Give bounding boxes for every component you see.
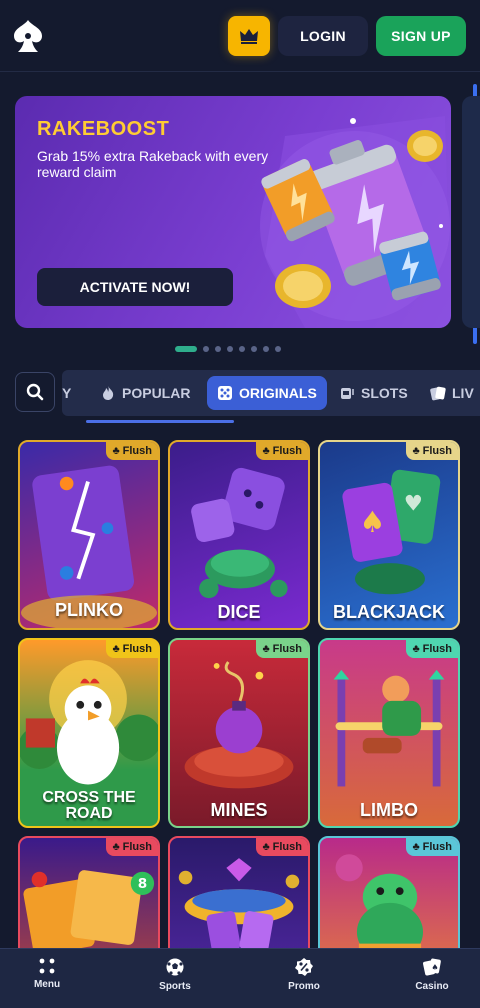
nav-promo[interactable]: Promo (274, 957, 334, 1005)
flush-tag: ♣ Flush (406, 838, 458, 856)
menu-grid-icon (39, 958, 55, 974)
search-icon (26, 383, 44, 401)
tab-originals[interactable]: ORIGINALS (207, 376, 327, 410)
club-icon: ♣ (112, 643, 120, 655)
limbo-art (333, 669, 445, 787)
game-title: MINES (210, 800, 268, 820)
active-tab-indicator (86, 420, 234, 423)
logo-icon[interactable] (12, 18, 44, 54)
flush-tag: ♣ Flush (106, 838, 158, 856)
carousel-dot[interactable] (263, 346, 269, 352)
club-icon: ♣ (112, 445, 120, 457)
svg-text:♠: ♠ (359, 505, 385, 539)
carousel-dot[interactable] (215, 346, 221, 352)
carousel-dots (175, 346, 281, 352)
carousel-dot[interactable] (227, 346, 233, 352)
dice-icon (218, 386, 232, 400)
game-card-cross-the-road[interactable]: ♣ Flush CROSS THE ROAD (18, 638, 160, 828)
tab-popular[interactable]: POPULAR (100, 376, 190, 410)
battery-illustration (260, 116, 451, 328)
top-header: LOGIN SIGN UP (0, 0, 480, 72)
soccer-ball-icon (166, 958, 184, 976)
blackjack-art: ♠ ♥ (342, 469, 441, 595)
playing-cards-icon: ♠ (423, 958, 441, 976)
tab-live[interactable]: LIV (430, 376, 474, 410)
nav-menu[interactable]: Menu (17, 957, 77, 1005)
flush-tag: ♣ Flush (256, 442, 308, 460)
carousel-dot[interactable] (203, 346, 209, 352)
svg-text:♠: ♠ (431, 963, 438, 972)
game-title: LIMBO (360, 800, 418, 820)
category-tabs[interactable]: Y POPULAR ORIGINALS SLOTS LIV (62, 370, 480, 416)
svg-text:♥: ♥ (404, 492, 423, 517)
game-card-dice[interactable]: ♣ Flush DICE (168, 440, 310, 630)
game-title: PLINKO (54, 600, 123, 620)
carousel-dot[interactable] (275, 346, 281, 352)
flush-tag: ♣ Flush (106, 442, 158, 460)
nav-sports[interactable]: Sports (145, 957, 205, 1005)
carousel-dot[interactable] (175, 346, 197, 352)
game-card-limbo[interactable]: ♣ Flush LIMBO (318, 638, 460, 828)
next-banner-peek[interactable] (462, 96, 480, 328)
category-bar: Y POPULAR ORIGINALS SLOTS LIV (0, 366, 480, 426)
club-icon: ♣ (262, 445, 270, 457)
game-card-plinko[interactable]: ♣ Flush PLINKO (18, 440, 160, 630)
club-icon: ♣ (412, 841, 420, 853)
flush-tag: ♣ Flush (256, 838, 308, 856)
tab-partial[interactable]: Y (62, 376, 71, 410)
banner-subtitle: Grab 15% extra Rakeback with every rewar… (37, 148, 269, 180)
bottom-nav: Menu Sports Promo ♠ Casino (0, 948, 480, 1008)
banner-title: RAKEBOOST (37, 118, 170, 140)
percent-badge-icon (295, 958, 313, 976)
activate-now-button[interactable]: ACTIVATE NOW! (37, 268, 233, 306)
club-icon: ♣ (262, 841, 270, 853)
game-title: BLACKJACK (333, 602, 445, 622)
flush-tag: ♣ Flush (406, 640, 458, 658)
search-button[interactable] (15, 372, 55, 412)
club-icon: ♣ (412, 445, 420, 457)
flush-tag: ♣ Flush (406, 442, 458, 460)
club-icon: ♣ (112, 841, 120, 853)
tab-slots[interactable]: SLOTS (339, 376, 408, 410)
flush-tag: ♣ Flush (256, 640, 308, 658)
game-card-mines[interactable]: ♣ Flush MINES (168, 638, 310, 828)
fire-icon (103, 386, 114, 400)
svg-text:8: 8 (138, 876, 147, 892)
carousel-dot[interactable] (239, 346, 245, 352)
club-icon: ♣ (262, 643, 270, 655)
crown-icon (240, 29, 258, 44)
bomb-art (184, 661, 294, 789)
signup-button[interactable]: SIGN UP (376, 16, 466, 56)
cards-icon (430, 386, 446, 401)
vip-crown-button[interactable] (228, 16, 270, 56)
club-icon: ♣ (412, 643, 420, 655)
carousel-dot[interactable] (251, 346, 257, 352)
flush-tag: ♣ Flush (106, 640, 158, 658)
login-button[interactable]: LOGIN (278, 16, 368, 56)
game-title: DICE (217, 602, 261, 622)
slot-machine-icon (341, 388, 354, 399)
nav-casino[interactable]: ♠ Casino (402, 957, 462, 1005)
promo-banner[interactable]: RAKEBOOST Grab 15% extra Rakeback with e… (15, 96, 451, 328)
game-title: CROSS THE ROAD (42, 789, 136, 822)
game-card-blackjack[interactable]: ♠ ♥ ♣ Flush BLACKJACK (318, 440, 460, 630)
dice-art (191, 467, 288, 599)
